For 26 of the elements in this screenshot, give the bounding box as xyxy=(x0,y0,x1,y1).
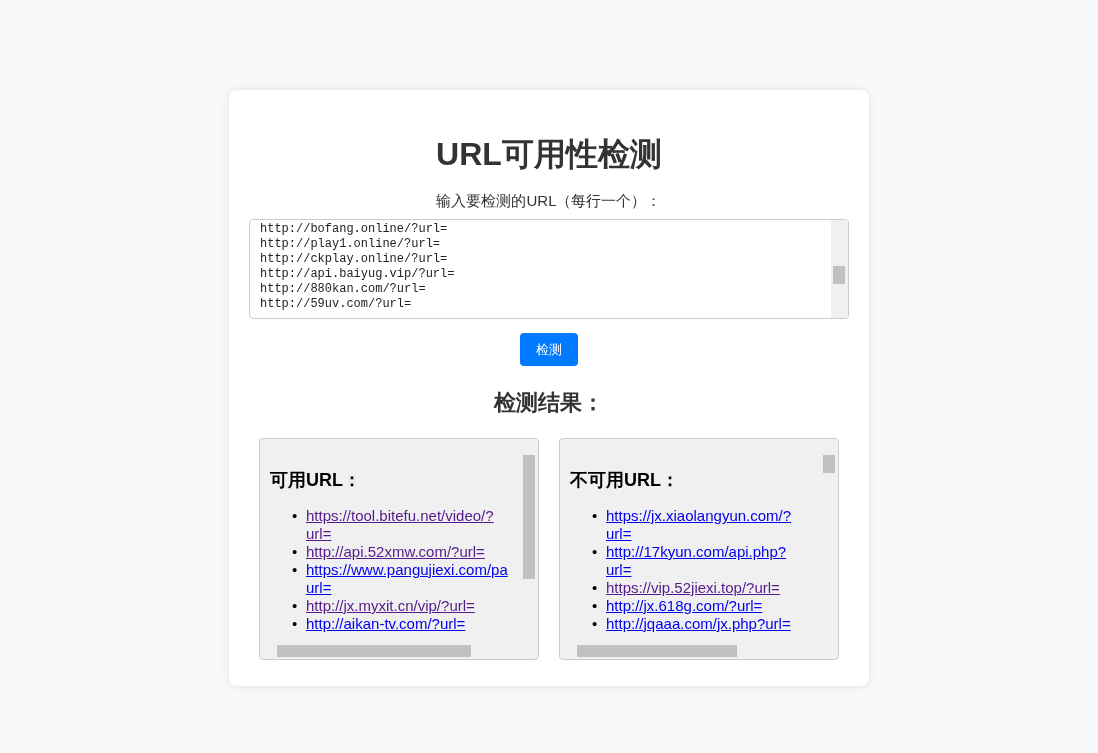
url-link[interactable]: http://jx.myxit.cn/vip/?url= xyxy=(306,597,475,615)
bullet: • xyxy=(592,615,599,633)
bullet: • xyxy=(292,561,299,579)
bullet: • xyxy=(292,615,299,633)
bullet: • xyxy=(292,507,299,525)
url-link[interactable]: http://jqaaa.com/jx.php?url= xyxy=(606,615,791,633)
url-link[interactable]: https://www.pangujiexi.com/pa url= xyxy=(306,561,508,597)
bullet: • xyxy=(592,579,599,597)
panel-heading: 不可用URL： xyxy=(570,469,680,491)
page-title: URL可用性检测 xyxy=(436,135,662,174)
url-link[interactable]: http://jx.618g.com/?url= xyxy=(606,597,763,615)
url-link[interactable]: http://17kyun.com/api.php? url= xyxy=(606,543,787,579)
url-link[interactable]: http://aikan-tv.com/?url= xyxy=(306,615,466,633)
url-link[interactable]: https://vip.52jiexi.top/?url= xyxy=(606,579,780,597)
check-button[interactable]: 检测 xyxy=(520,333,578,366)
url-link[interactable]: http://api.52xmw.com/?url= xyxy=(306,543,485,561)
panel-heading: 可用URL： xyxy=(270,469,362,491)
bullet: • xyxy=(592,597,599,615)
url-input-field[interactable]: http://bofang.online/?url= http://play1.online/?url= http://ckplay.online/?url= http://api.baiyug.vip/?url= http://880kan.com/?url= http://59uv.com/?url= xyxy=(249,219,849,319)
input-label: 输入要检测的URL（每行一个）： xyxy=(436,192,662,211)
vertical-scrollbar[interactable] xyxy=(831,220,848,318)
bullet: • xyxy=(292,597,299,615)
bullet: • xyxy=(592,543,599,561)
bullet: • xyxy=(292,543,299,561)
results-heading: 检测结果： xyxy=(494,389,604,417)
bullet: • xyxy=(592,507,599,525)
